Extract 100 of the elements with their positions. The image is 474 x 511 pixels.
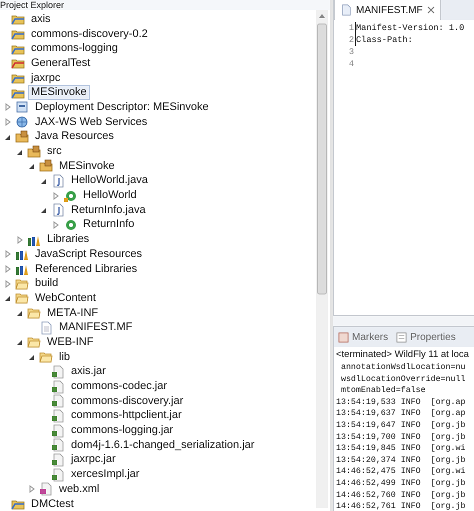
file-icon [39,320,53,335]
tree-item[interactable]: MANIFEST.MF [56,320,136,336]
log-line: 13:54:19,700 INFO [org.jb [336,432,466,444]
folder-icon [39,350,53,364]
tree-item[interactable]: WebContent [32,290,99,306]
expand-toggle-icon[interactable] [16,309,24,318]
jar-icon [51,380,65,394]
log-line: 14:46:52,760 INFO [org.jb [336,490,466,502]
expand-toggle-icon[interactable] [16,338,24,346]
log-line: 13:54:20,374 INFO [org.jb [336,454,466,466]
jar-icon [51,394,65,408]
expand-toggle-icon[interactable] [4,118,12,126]
log-line: 14:46:52,499 INFO [org.jb [336,478,466,490]
tree-item[interactable]: commons-logging.jar [68,423,176,438]
class-icon [63,218,77,232]
globe-icon [15,115,29,130]
expand-toggle-icon[interactable] [16,148,24,156]
view-tab[interactable]: Properties [396,330,456,344]
tree-item[interactable]: src [44,144,65,160]
scrollbar[interactable] [316,10,328,508]
tree-item[interactable]: axis [28,12,54,27]
expand-toggle-icon[interactable] [4,132,12,141]
code-line: Manifest-Version: 1.0 [355,22,464,34]
expand-toggle-icon[interactable] [16,236,24,244]
tree-item[interactable]: jaxrpc [28,70,64,86]
code-line: Class-Path: [355,34,413,46]
expand-toggle-icon[interactable] [4,294,12,302]
tree-item[interactable]: GeneralTest [28,56,94,71]
jar-icon [51,438,65,452]
folder-icon [15,276,29,291]
descriptor-icon [15,100,29,114]
tree-item[interactable]: WEB-INF [44,334,96,350]
log-line: 13:54:19,647 INFO [org.jb [336,420,466,432]
expand-toggle-icon[interactable] [28,162,36,170]
console-status: <terminated> WildFly 11 at loca [335,348,470,362]
tree-item[interactable]: HelloWorld [80,188,140,204]
tree-item[interactable]: ReturnInfo.java [68,202,149,218]
line-number: 1 [348,22,355,34]
tree-item[interactable]: Libraries [44,232,92,248]
log-line: wsdlLocationOverride=null [340,374,466,386]
tree-item[interactable]: Java Resources [32,129,117,144]
tree-item[interactable]: commons-discovery.jar [68,394,186,409]
log-line: 14:46:52,761 INFO [org.jb [336,501,466,511]
expand-toggle-icon[interactable] [40,206,48,214]
line-number: 4 [348,58,355,70]
tree-item[interactable]: Referenced Libraries [32,262,140,277]
view-tab[interactable]: Markers [338,330,388,344]
jar-icon [51,408,65,423]
java-file-icon [51,203,65,218]
tree-item[interactable]: commons-discovery-0.2 [28,26,151,42]
jar-icon [51,424,65,438]
jar-icon [51,452,65,467]
log-line: mtomEnabled=false [340,385,427,397]
xml-file-icon [39,482,53,496]
package-icon [39,159,53,174]
tree-item[interactable]: axis.jar [68,364,109,380]
tree-item[interactable]: xercesImpl.jar [68,467,142,482]
log-line: 13:54:19,845 INFO [org.wi [336,443,466,455]
package-folder-icon [27,144,41,159]
tree-item[interactable]: HelloWorld.java [68,173,151,188]
java-resources-icon [15,130,29,144]
close-icon[interactable] [426,6,435,14]
tree-item[interactable]: web.xml [56,482,102,497]
editor-tab[interactable]: MANIFEST.MF [334,0,441,20]
tree-item[interactable]: DMCtest [28,496,77,511]
tree-item[interactable]: JAX-WS Web Services [32,114,150,130]
tree-item[interactable]: build [32,276,62,292]
expand-toggle-icon[interactable] [40,176,48,185]
tree-item[interactable]: MESinvoke [28,85,90,100]
tree-item[interactable]: Deployment Descriptor: MESinvoke [32,100,212,115]
file-icon [340,4,352,16]
folder-icon [15,291,29,306]
tree-item[interactable]: lib [56,350,74,365]
expand-toggle-icon[interactable] [4,103,12,112]
tree-item[interactable]: META-INF [44,306,102,321]
tree-item[interactable]: jaxrpc.jar [68,452,119,468]
tree-item[interactable]: commons-httpclient.jar [68,408,185,424]
expand-toggle-icon[interactable] [4,265,12,274]
tree-item[interactable]: MESinvoke [56,158,118,174]
line-number: 3 [348,46,355,58]
tree-item[interactable]: ReturnInfo [80,217,138,232]
expand-toggle-icon[interactable] [52,220,60,229]
log-line: 14:46:52,475 INFO [org.wi [336,466,466,478]
log-line: 13:54:19,637 INFO [org.ap [336,408,466,420]
folder-icon [27,306,41,320]
expand-toggle-icon[interactable] [28,485,36,494]
tree-item[interactable]: dom4j-1.6.1-changed_serialization.jar [68,438,258,453]
expand-toggle-icon[interactable] [28,353,36,362]
jar-icon [51,468,65,482]
java-file-icon [51,174,65,188]
tree-item[interactable]: commons-logging [28,41,121,56]
view-title[interactable]: Project Explorer [0,0,64,10]
expand-toggle-icon[interactable] [4,280,12,288]
tree-item[interactable]: JavaScript Resources [32,246,145,262]
class-icon [63,188,77,203]
expand-toggle-icon[interactable] [52,192,60,200]
tree-item[interactable]: commons-codec.jar [68,379,170,394]
expand-toggle-icon[interactable] [4,250,12,258]
line-number: 2 [348,34,355,46]
log-line: annotationWsdlLocation=nu [340,362,466,374]
